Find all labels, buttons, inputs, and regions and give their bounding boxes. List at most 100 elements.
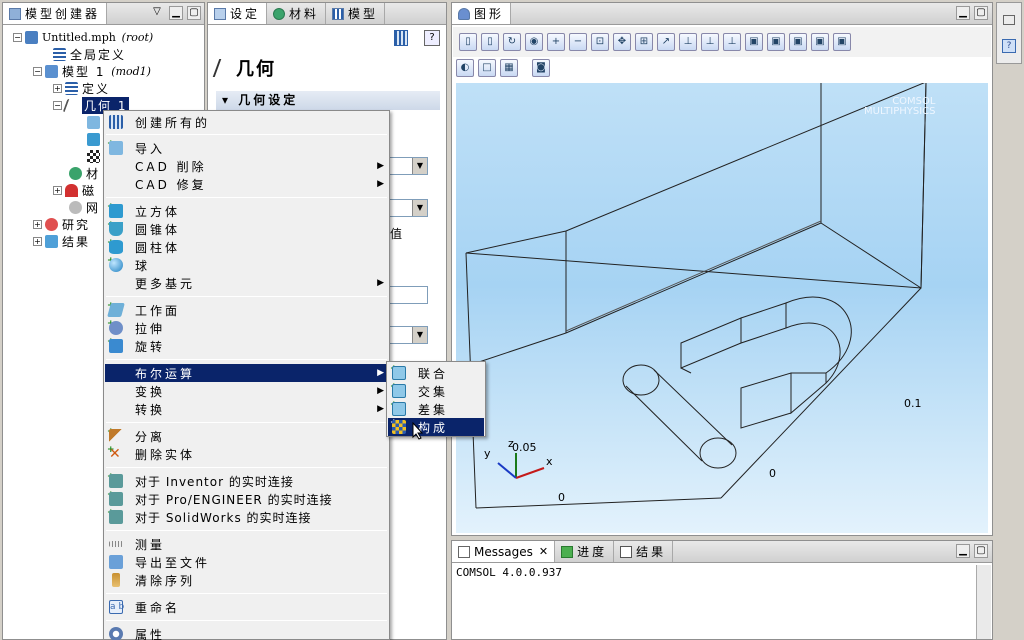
tree-item-materials[interactable]: 材	[69, 165, 100, 182]
geometry-settings-section[interactable]: ▾ 几何设定	[216, 91, 440, 110]
expand-icon[interactable]: +	[33, 237, 42, 246]
magnet-icon	[65, 184, 78, 197]
pan-icon[interactable]: ✥	[613, 33, 631, 51]
wireframe-icon[interactable]: ▦	[500, 59, 518, 77]
menu-item-clear-sequence[interactable]: 清除序列	[105, 571, 388, 589]
zoom-extents-icon[interactable]: ▯	[481, 33, 499, 51]
menu-item-block[interactable]: +立方体	[105, 202, 388, 220]
tab-model[interactable]: 模型	[326, 3, 386, 24]
menu-item-properties[interactable]: 属性	[105, 625, 388, 640]
tree-item-global-definitions[interactable]: 全局定义	[53, 46, 126, 63]
menu-item-measure[interactable]: 测量	[105, 535, 388, 553]
menu-item-export[interactable]: 导出至文件	[105, 553, 388, 571]
tree-item-magnetic[interactable]: + 磁	[53, 182, 96, 199]
menu-item-livelink-inventor[interactable]: +对于 Inventor 的实时连接	[105, 472, 388, 490]
build-all-toolbar-icon[interactable]	[394, 30, 408, 46]
tab-settings[interactable]: 设定	[208, 3, 268, 24]
settings-title-label: 几何	[236, 59, 276, 80]
minimize-icon[interactable]: ▁	[956, 544, 970, 558]
graphics-viewport[interactable]: COMSOL MULTIPHYSICS z x y 0.05 0 0 0.1	[456, 83, 988, 533]
tree-item-study[interactable]: + 研究	[33, 216, 90, 233]
zoom-window-icon[interactable]: ⊡	[591, 33, 609, 51]
menu-item-revolve[interactable]: +旋转	[105, 337, 388, 355]
select-edge-icon[interactable]: ▣	[789, 33, 807, 51]
camera-icon[interactable]: ◙	[532, 59, 550, 77]
submenu-item-intersection[interactable]: +交集	[388, 382, 484, 400]
submenu-item-union[interactable]: +联合	[388, 364, 484, 382]
menu-item-transforms[interactable]: 变换 ▶	[105, 382, 388, 400]
axis-icon[interactable]: ↗	[657, 33, 675, 51]
tab-model-builder[interactable]: 模型创建器	[3, 3, 108, 24]
messages-scrollbar[interactable]	[976, 565, 991, 639]
tab-graphics[interactable]: 图形	[452, 3, 512, 24]
zoom-out-icon[interactable]: −	[569, 33, 587, 51]
view-icon[interactable]: ◉	[525, 33, 543, 51]
tree-item-definitions[interactable]: + 定义	[53, 80, 110, 97]
tree-item-geometry-child-2[interactable]	[87, 131, 104, 148]
close-icon[interactable]: ✕	[539, 545, 548, 558]
scene-light-icon[interactable]: ◐	[456, 59, 474, 77]
expand-icon[interactable]: +	[53, 84, 62, 93]
menu-item-cone[interactable]: +圆锥体	[105, 220, 388, 238]
menu-item-livelink-proengineer[interactable]: +对于 Pro/ENGINEER 的实时连接	[105, 490, 388, 508]
tree-item-results[interactable]: + 结果	[33, 233, 90, 250]
menu-item-more-primitives[interactable]: 更多基元 ▶	[105, 274, 388, 292]
collapse-icon[interactable]: −	[33, 67, 42, 76]
minimize-icon[interactable]: ▁	[169, 6, 183, 20]
menu-item-cad-defeaturing[interactable]: CAD 削除 ▶	[105, 157, 388, 175]
fit-icon[interactable]: ⊞	[635, 33, 653, 51]
select-all-icon[interactable]: ▣	[833, 33, 851, 51]
select-point-icon[interactable]: ▣	[811, 33, 829, 51]
view-zx-icon[interactable]: ⊥	[723, 33, 741, 51]
menu-item-cylinder[interactable]: +圆柱体	[105, 238, 388, 256]
collapse-icon[interactable]: −	[13, 33, 22, 42]
restore-icon[interactable]	[1003, 15, 1015, 25]
tree-item-root[interactable]: − Untitled.mph (root)	[13, 29, 153, 46]
menu-item-sphere[interactable]: +球	[105, 256, 388, 274]
help-side-icon[interactable]: ?	[1002, 39, 1016, 53]
tree-item-geometry-child-3[interactable]	[87, 148, 104, 165]
menu-item-split[interactable]: +分离	[105, 427, 388, 445]
tab-progress[interactable]: 进度	[555, 541, 615, 562]
menu-item-boolean-operations[interactable]: 布尔运算 ▶	[105, 364, 388, 382]
menu-item-extrude[interactable]: +拉伸	[105, 319, 388, 337]
view-yz-icon[interactable]: ⊥	[701, 33, 719, 51]
collapse-icon[interactable]: −	[53, 101, 62, 110]
menu-item-livelink-solidworks[interactable]: +对于 SolidWorks 的实时连接	[105, 508, 388, 526]
expand-icon[interactable]: +	[33, 220, 42, 229]
maximize-icon[interactable]: ▢	[974, 6, 988, 20]
menu-item-build-all[interactable]: 创建所有的	[105, 113, 388, 131]
chevron-down-icon[interactable]: ▼	[412, 327, 427, 343]
tab-messages[interactable]: Messages ✕	[452, 541, 556, 562]
tab-materials[interactable]: 材料	[267, 3, 327, 24]
menu-item-import[interactable]: +导入	[105, 139, 388, 157]
help-icon[interactable]: ?	[424, 30, 440, 46]
maximize-icon[interactable]: ▢	[974, 544, 988, 558]
tab-results[interactable]: 结果	[614, 541, 674, 562]
tree-item-mesh[interactable]: 网	[69, 199, 100, 216]
transparency-icon[interactable]: □	[478, 59, 496, 77]
submenu-item-compose[interactable]: +构成	[388, 418, 484, 436]
select-domain-icon[interactable]: ▣	[745, 33, 763, 51]
tree-item-geometry-child-1[interactable]	[87, 114, 104, 131]
select-boundary-icon[interactable]: ▣	[767, 33, 785, 51]
menu-item-delete-entities[interactable]: + ✕ 删除实体	[105, 445, 388, 463]
menu-item-conversions[interactable]: 转换 ▶	[105, 400, 388, 418]
view-xy-icon[interactable]: ⊥	[679, 33, 697, 51]
view-menu-icon[interactable]: ▽	[150, 6, 164, 20]
rotate-icon[interactable]: ↻	[503, 33, 521, 51]
expand-icon[interactable]: +	[53, 186, 62, 195]
import-icon	[87, 116, 100, 129]
zoom-box-icon[interactable]: ▯	[459, 33, 477, 51]
chevron-down-icon[interactable]: ▼	[412, 200, 427, 216]
tree-item-model-1[interactable]: − 模型 1 (mod1)	[33, 63, 151, 80]
maximize-icon[interactable]: ▢	[187, 6, 201, 20]
chevron-down-icon[interactable]: ▼	[412, 158, 427, 174]
submenu-item-difference[interactable]: +差集	[388, 400, 484, 418]
menu-item-work-plane[interactable]: +工作面	[105, 301, 388, 319]
menu-item-cad-repair[interactable]: CAD 修复 ▶	[105, 175, 388, 193]
minimize-icon[interactable]: ▁	[956, 6, 970, 20]
menu-item-rename[interactable]: ab 重命名	[105, 598, 388, 616]
zoom-in-icon[interactable]: +	[547, 33, 565, 51]
menu-item-label: 布尔运算	[135, 366, 196, 381]
